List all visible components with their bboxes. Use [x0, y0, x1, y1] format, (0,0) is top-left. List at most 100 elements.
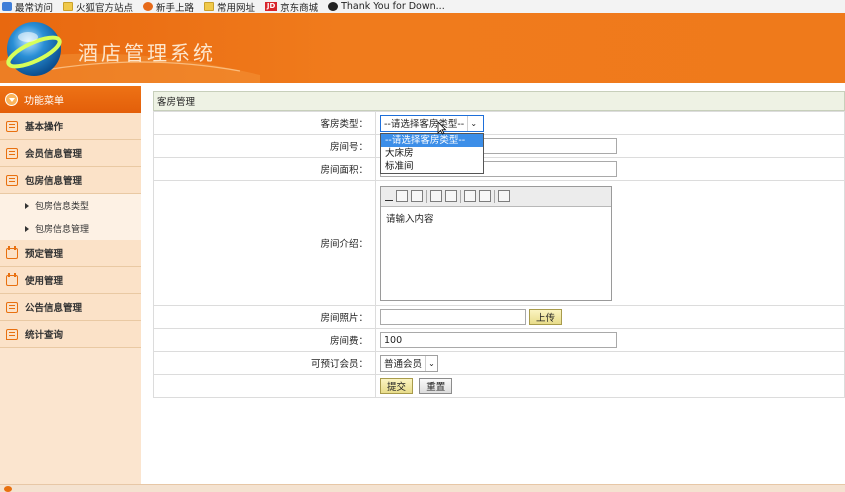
member-select[interactable]: 普通会员 ⌄	[380, 354, 438, 372]
bookmark-label: Thank You for Down...	[341, 1, 445, 12]
message-icon	[6, 328, 18, 340]
underline-icon[interactable]	[385, 191, 393, 201]
photo-cell: 上传	[375, 305, 845, 329]
page-title: 客房管理	[153, 91, 845, 111]
subscript-icon[interactable]	[411, 190, 423, 202]
submit-button[interactable]: 提交	[380, 378, 414, 394]
sidebar-item-basic-ops[interactable]: 基本操作	[0, 113, 141, 140]
mouse-cursor-icon	[437, 121, 447, 135]
bookmarks-toolbar: 最常访问 火狐官方站点 新手上路 常用网址 JD 京东商城 Thank You …	[0, 0, 845, 13]
caret-right-icon	[25, 225, 29, 232]
price-cell: 100	[375, 328, 845, 352]
calendar-icon	[6, 272, 18, 286]
bookmark-common-sites[interactable]: 常用网址	[204, 0, 255, 13]
bookmark-label: 最常访问	[15, 2, 54, 14]
price-label: 房间费：	[153, 328, 376, 352]
calendar-icon	[6, 245, 18, 259]
globe-icon	[328, 2, 339, 11]
star-icon	[2, 2, 12, 11]
dropdown-option[interactable]: 标准间	[381, 160, 483, 173]
status-icon	[4, 486, 12, 492]
intro-label: 房间介绍：	[153, 180, 376, 306]
ordered-list-icon[interactable]	[430, 190, 442, 202]
bookmark-label: 火狐官方站点	[76, 2, 134, 14]
room-no-label: 房间号：	[153, 134, 376, 158]
photo-label: 房间照片：	[153, 305, 376, 329]
bookmark-most-visited[interactable]: 最常访问	[2, 0, 53, 13]
app-header: 酒店管理系统	[0, 13, 845, 83]
toolbar-divider	[460, 189, 461, 203]
firefox-icon	[143, 2, 154, 11]
room-form: 客房类型： --请选择客房类型-- ⌄ 房间号： 房间面积： 房间介绍： 请输入…	[153, 111, 845, 398]
emoticon-icon[interactable]	[498, 190, 510, 202]
rich-text-editor: 请输入内容	[380, 185, 612, 301]
caret-right-icon	[25, 202, 29, 209]
function-menu-header[interactable]: 功能菜单	[0, 86, 141, 113]
bookmark-label: 新手上路	[156, 2, 195, 14]
sidebar-item-label: 公告信息管理	[25, 303, 83, 314]
list-icon	[6, 120, 18, 132]
chevron-down-icon: ⌄	[425, 355, 437, 371]
sidebar-item-label: 基本操作	[25, 122, 64, 133]
editor-toolbar	[381, 186, 611, 207]
toolbar-divider	[494, 189, 495, 203]
chevron-down-icon	[5, 93, 18, 106]
price-input[interactable]: 100	[380, 332, 617, 348]
editor-content[interactable]: 请输入内容	[381, 207, 611, 229]
bookmark-firefox-site[interactable]: 火狐官方站点	[63, 0, 133, 13]
dropdown-option[interactable]: 大床房	[381, 147, 483, 160]
jd-icon: JD	[265, 2, 278, 11]
edit-icon	[6, 174, 18, 186]
sidebar-item-member-info[interactable]: 会员信息管理	[0, 140, 141, 167]
bookmark-label: 京东商城	[280, 2, 319, 14]
sidebar-subitem-label: 包房信息管理	[35, 225, 90, 235]
bookmark-jd[interactable]: JD 京东商城	[265, 0, 318, 13]
sidebar-item-label: 包房信息管理	[25, 176, 83, 187]
superscript-icon[interactable]	[396, 190, 408, 202]
room-type-label: 客房类型：	[153, 111, 376, 135]
main-panel: 客房管理 客房类型： --请选择客房类型-- ⌄ 房间号： 房间面积： 房间介绍	[153, 91, 845, 398]
message-icon	[6, 147, 18, 159]
intro-cell: 请输入内容	[375, 180, 845, 306]
chevron-down-icon: ⌄	[467, 115, 479, 131]
status-bar	[0, 484, 845, 492]
bookmark-getting-started[interactable]: 新手上路	[143, 0, 194, 13]
folder-icon	[204, 2, 215, 11]
sidebar-item-label: 统计查询	[25, 330, 64, 341]
room-type-select-value: --请选择客房类型--	[384, 119, 465, 130]
member-select-value: 普通会员	[384, 359, 423, 370]
sidebar-item-room-info[interactable]: 包房信息管理	[0, 167, 141, 194]
upload-button[interactable]: 上传	[529, 309, 563, 325]
sidebar-item-usage[interactable]: 使用管理	[0, 267, 141, 294]
menu-header-label: 功能菜单	[24, 96, 64, 107]
folder-icon	[63, 2, 74, 11]
sidebar: 功能菜单 基本操作 会员信息管理 包房信息管理 包房信息类型 包房信息管理 预定…	[0, 86, 141, 484]
sidebar-item-notice[interactable]: 公告信息管理	[0, 294, 141, 321]
photo-input[interactable]	[380, 309, 526, 325]
room-type-dropdown-list: --请选择客房类型-- 大床房 标准间	[380, 133, 484, 174]
area-label: 房间面积：	[153, 157, 376, 181]
sidebar-item-label: 使用管理	[25, 276, 64, 287]
logo-globe-icon	[6, 22, 62, 76]
room-type-select[interactable]: --请选择客房类型-- ⌄	[380, 114, 484, 132]
dropdown-option[interactable]: --请选择客房类型--	[381, 134, 483, 147]
member-label: 可预订会员：	[153, 351, 376, 375]
unordered-list-icon[interactable]	[445, 190, 457, 202]
sidebar-item-label: 会员信息管理	[25, 149, 83, 160]
reset-button[interactable]: 重置	[419, 378, 453, 394]
toolbar-divider	[426, 189, 427, 203]
bookmark-thank-you[interactable]: Thank You for Down...	[328, 1, 445, 12]
table-icon[interactable]	[479, 190, 491, 202]
photo-controls: 上传	[380, 309, 844, 325]
image-icon[interactable]	[464, 190, 476, 202]
list-icon	[6, 301, 18, 313]
sidebar-subitem-label: 包房信息类型	[35, 202, 90, 212]
sidebar-item-statistics[interactable]: 统计查询	[0, 321, 141, 348]
sidebar-subitem-room-type[interactable]: 包房信息类型	[0, 194, 141, 217]
actions-label-cell	[153, 374, 376, 398]
bookmark-label: 常用网址	[217, 2, 256, 14]
app-title: 酒店管理系统	[78, 41, 216, 65]
sidebar-subitem-room-manage[interactable]: 包房信息管理	[0, 217, 141, 240]
member-cell: 普通会员 ⌄	[375, 351, 845, 375]
sidebar-item-booking[interactable]: 预定管理	[0, 240, 141, 267]
